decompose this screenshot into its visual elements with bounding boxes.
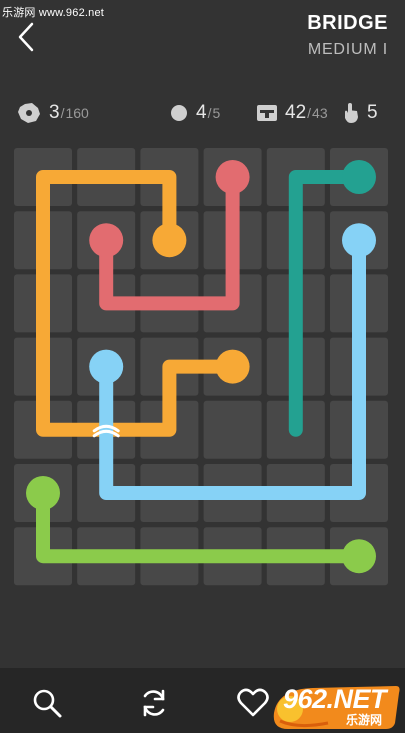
flow-endpoint[interactable] — [215, 349, 250, 384]
heart-icon — [237, 688, 269, 717]
flow-endpoint[interactable] — [342, 223, 376, 258]
watermark-logo-subtext: 乐游网 — [346, 713, 383, 727]
hint-button[interactable] — [30, 686, 64, 720]
game-board[interactable] — [0, 0, 405, 733]
flow-endpoint[interactable] — [152, 223, 187, 258]
flow-endpoint[interactable] — [342, 539, 376, 574]
board-cell[interactable] — [203, 400, 262, 459]
flow-endpoint[interactable] — [342, 160, 376, 194]
flow-endpoint[interactable] — [89, 349, 124, 384]
flow-endpoint[interactable] — [215, 160, 250, 194]
reset-button[interactable] — [137, 686, 171, 720]
refresh-icon — [143, 689, 165, 717]
search-icon — [33, 689, 62, 718]
flow-endpoint[interactable] — [26, 476, 60, 510]
flow-endpoint[interactable] — [89, 223, 124, 258]
like-button[interactable] — [236, 686, 270, 720]
